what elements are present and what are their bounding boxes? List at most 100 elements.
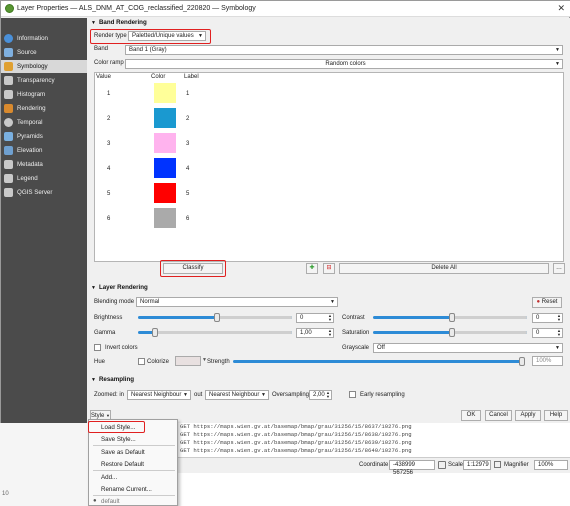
menu-item-default-style[interactable]: default: [101, 498, 120, 505]
contrast-slider[interactable]: [373, 313, 527, 322]
zoomed-out-select[interactable]: Nearest Neighbour ▼: [205, 390, 269, 400]
collapse-triangle-icon: ▼: [91, 377, 96, 383]
slider-handle[interactable]: [214, 313, 220, 322]
blending-mode-select[interactable]: Normal ▼: [136, 297, 338, 307]
magnifier-spinbox[interactable]: 100%: [534, 460, 568, 470]
spin-arrows-icon: ▲ ▼: [328, 328, 332, 337]
help-button[interactable]: Help: [544, 410, 568, 421]
band-rendering-header[interactable]: ▼ Band Rendering: [91, 19, 147, 26]
sidebar-item-label: Elevation: [17, 147, 43, 154]
source-icon: [4, 48, 13, 57]
color-swatch[interactable]: [154, 158, 176, 178]
slider-handle[interactable]: [152, 328, 158, 337]
saturation-spinbox[interactable]: 0 ▲ ▼: [532, 328, 563, 338]
coordinate-field[interactable]: -438999 567256: [389, 460, 435, 476]
gamma-value: 1,00: [300, 330, 312, 336]
colorize-color-button[interactable]: [175, 356, 201, 366]
sidebar-item-information[interactable]: Information: [1, 32, 87, 45]
color-ramp-select[interactable]: Random colors ▼: [125, 59, 563, 69]
menu-item-save-as-default[interactable]: Save as Default: [101, 449, 145, 456]
sidebar-item-pyramids[interactable]: Pyramids: [1, 130, 87, 143]
slider-handle[interactable]: [449, 313, 455, 322]
column-header-value: Value: [96, 74, 111, 80]
slider-handle[interactable]: [519, 357, 525, 366]
ok-button[interactable]: OK: [461, 410, 481, 421]
resampling-header[interactable]: ▼ Resampling: [91, 376, 134, 383]
strength-spinbox[interactable]: 100%: [532, 356, 563, 366]
sidebar-item-label: Source: [17, 49, 37, 56]
strength-slider[interactable]: [233, 357, 525, 366]
gamma-spinbox[interactable]: 1,00 ▲ ▼: [296, 328, 334, 338]
sidebar-item-metadata[interactable]: Metadata: [1, 158, 87, 171]
layer-rendering-header[interactable]: ▼ Layer Rendering: [91, 284, 148, 291]
colorize-checkbox[interactable]: [138, 358, 145, 365]
extents-icon[interactable]: [438, 461, 446, 469]
server-icon: [4, 188, 13, 197]
menu-divider: [93, 470, 175, 471]
color-swatch[interactable]: [154, 108, 176, 128]
remove-value-button[interactable]: ⊟: [323, 263, 335, 274]
sidebar-item-symbology[interactable]: Symbology: [1, 60, 87, 73]
zoomed-in-select[interactable]: Nearest Neighbour ▼: [127, 390, 191, 400]
delete-all-button[interactable]: Delete All: [339, 263, 549, 274]
early-resampling-checkbox[interactable]: [349, 391, 356, 398]
menu-item-save-style[interactable]: Save Style...: [101, 436, 136, 443]
zoomed-in-label: Zoomed: in: [94, 392, 125, 398]
band-value: Band 1 (Gray): [129, 47, 167, 53]
collapse-triangle-icon: ▼: [91, 20, 96, 26]
row-label: 6: [186, 216, 190, 222]
invert-colors-checkbox[interactable]: [94, 344, 101, 351]
status-bar: Coordinate -438999 567256 Scale 1:12979 …: [178, 457, 570, 476]
menu-item-load-style[interactable]: Load Style...: [101, 424, 135, 431]
brightness-spinbox[interactable]: 0 ▲ ▼: [296, 313, 334, 323]
render-type-select[interactable]: Paletted/Unique values ▼: [128, 31, 206, 41]
gamma-slider[interactable]: [138, 328, 292, 337]
slider-handle[interactable]: [449, 328, 455, 337]
hue-label: Hue: [94, 359, 106, 365]
color-ramp-label: Color ramp: [94, 60, 124, 66]
color-swatch[interactable]: [154, 83, 176, 103]
more-options-button[interactable]: …: [553, 263, 565, 274]
blending-mode-value: Normal: [140, 299, 160, 305]
apply-button[interactable]: Apply: [515, 410, 541, 421]
clock-icon: [4, 118, 13, 127]
classify-button[interactable]: Classify: [163, 263, 223, 274]
histogram-icon: [4, 90, 13, 99]
section-title: Band Rendering: [98, 19, 147, 26]
oversampling-spinbox[interactable]: 2,00 ▲ ▼: [309, 390, 332, 400]
reset-button[interactable]: ● Reset: [532, 297, 562, 308]
color-swatch[interactable]: [154, 133, 176, 153]
sidebar-item-label: Transparency: [17, 77, 55, 84]
contrast-value: 0: [536, 315, 540, 321]
cancel-button[interactable]: Cancel: [485, 410, 512, 421]
saturation-slider[interactable]: [373, 328, 527, 337]
sidebar-item-legend[interactable]: Legend: [1, 172, 87, 185]
sidebar-item-source[interactable]: Source: [1, 46, 87, 59]
spin-arrows-icon: ▲ ▼: [326, 390, 330, 399]
color-swatch[interactable]: [154, 183, 176, 203]
menu-item-rename-current[interactable]: Rename Current...: [101, 486, 152, 493]
band-select[interactable]: Band 1 (Gray) ▼: [125, 45, 563, 55]
sidebar-item-rendering[interactable]: Rendering: [1, 102, 87, 115]
contrast-spinbox[interactable]: 0 ▲ ▼: [532, 313, 563, 323]
palette-table[interactable]: Value Color Label 1 1 2 2 3 3 4 4 5 5 6 …: [94, 72, 564, 262]
sidebar-item-elevation[interactable]: Elevation: [1, 144, 87, 157]
grayscale-select[interactable]: Off ▼: [373, 343, 563, 353]
elevation-icon: [4, 146, 13, 155]
title-bar: Layer Properties — ALS_DNM_AT_COG_reclas…: [1, 1, 570, 17]
sidebar-item-qgis-server[interactable]: QGIS Server: [1, 186, 87, 199]
sidebar-item-histogram[interactable]: Histogram: [1, 88, 87, 101]
menu-item-restore-default[interactable]: Restore Default: [101, 461, 144, 468]
menu-item-add[interactable]: Add...: [101, 474, 117, 481]
add-value-button[interactable]: ✚: [306, 263, 318, 274]
scale-select[interactable]: 1:12979: [463, 460, 491, 470]
sidebar-item-temporal[interactable]: Temporal: [1, 116, 87, 129]
brightness-slider[interactable]: [138, 313, 292, 322]
sidebar-item-transparency[interactable]: Transparency: [1, 74, 87, 87]
close-button[interactable]: ✕: [557, 3, 565, 14]
rendering-icon: [4, 104, 13, 113]
slider-track-rest: [155, 331, 292, 334]
qgis-main-window-background: 10 GET https://maps.wien.gv.at/basemap/b…: [0, 423, 570, 506]
color-swatch[interactable]: [154, 208, 176, 228]
lock-scale-icon[interactable]: [494, 461, 501, 468]
